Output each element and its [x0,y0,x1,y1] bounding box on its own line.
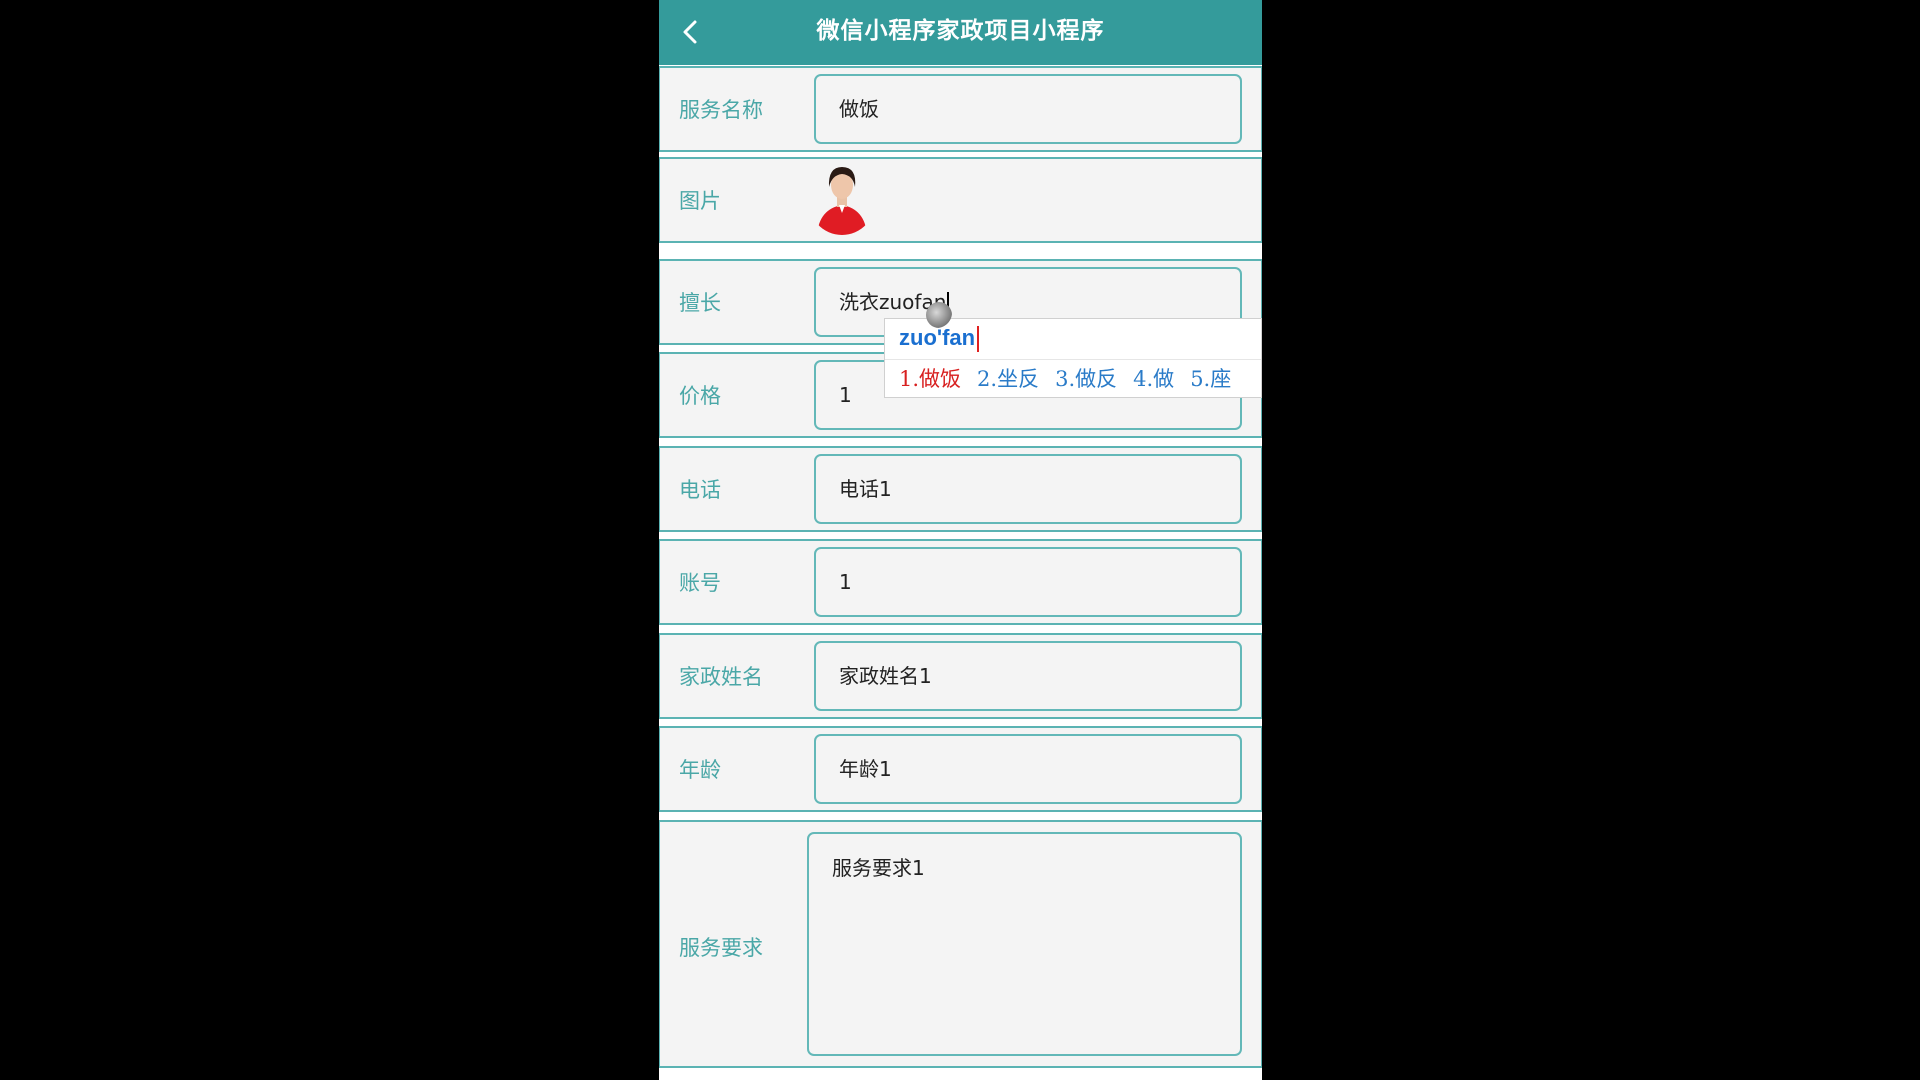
ime-candidate-popup: zuo'fan 1.做饭 2.坐反 3.做反 4.做 5.座 [884,318,1262,398]
ime-candidate[interactable]: 2.坐反 [977,367,1039,391]
form-row-phone: 电话 电话1 [659,446,1262,532]
service-requirements-label: 服务要求 [679,936,763,960]
avatar[interactable] [807,159,877,235]
account-input[interactable]: 1 [814,547,1242,617]
service-name-label: 服务名称 [679,98,763,122]
ime-candidate[interactable]: 3.做反 [1055,367,1117,391]
age-label: 年龄 [679,758,721,782]
header-bar: 微信小程序家政项目小程序 [659,0,1262,65]
age-input[interactable]: 年龄1 [814,734,1242,804]
ime-divider [885,359,1261,360]
picture-label: 图片 [679,189,721,213]
specialty-label: 擅长 [679,291,721,315]
form-row-housekeeper-name: 家政姓名 家政姓名1 [659,633,1262,719]
price-label: 价格 [679,384,721,408]
form-row-age: 年龄 年龄1 [659,726,1262,812]
form-row-account: 账号 1 [659,539,1262,625]
phone-input[interactable]: 电话1 [814,454,1242,524]
phone-label: 电话 [679,478,721,502]
ime-candidate[interactable]: 5.座 [1190,367,1231,391]
service-name-input[interactable]: 做饭 [814,74,1242,144]
service-requirements-textarea[interactable]: 服务要求1 [807,832,1242,1056]
housekeeper-name-input[interactable]: 家政姓名1 [814,641,1242,711]
housekeeper-name-label: 家政姓名 [679,665,763,689]
form-row-service-requirements: 服务要求 服务要求1 [659,820,1262,1068]
ime-candidate-list: 1.做饭 2.坐反 3.做反 4.做 5.座 [899,363,1247,393]
ime-caret [977,326,980,353]
ime-candidate[interactable]: 1.做饭 [899,367,961,391]
form-row-picture: 图片 [659,157,1262,243]
form-row-service-name: 服务名称 做饭 [659,66,1262,152]
ime-pinyin-text: zuo'fan [899,325,976,350]
person-photo-icon [807,159,877,235]
mouse-cursor-icon [926,302,952,328]
ime-pinyin-composition: zuo'fan [899,325,980,353]
phone-screen: 微信小程序家政项目小程序 服务名称 做饭 图片 擅长 洗衣zuofan 价格 1 [659,0,1262,1080]
account-label: 账号 [679,571,721,595]
ime-candidate[interactable]: 4.做 [1133,367,1174,391]
page-title: 微信小程序家政项目小程序 [816,18,1105,44]
